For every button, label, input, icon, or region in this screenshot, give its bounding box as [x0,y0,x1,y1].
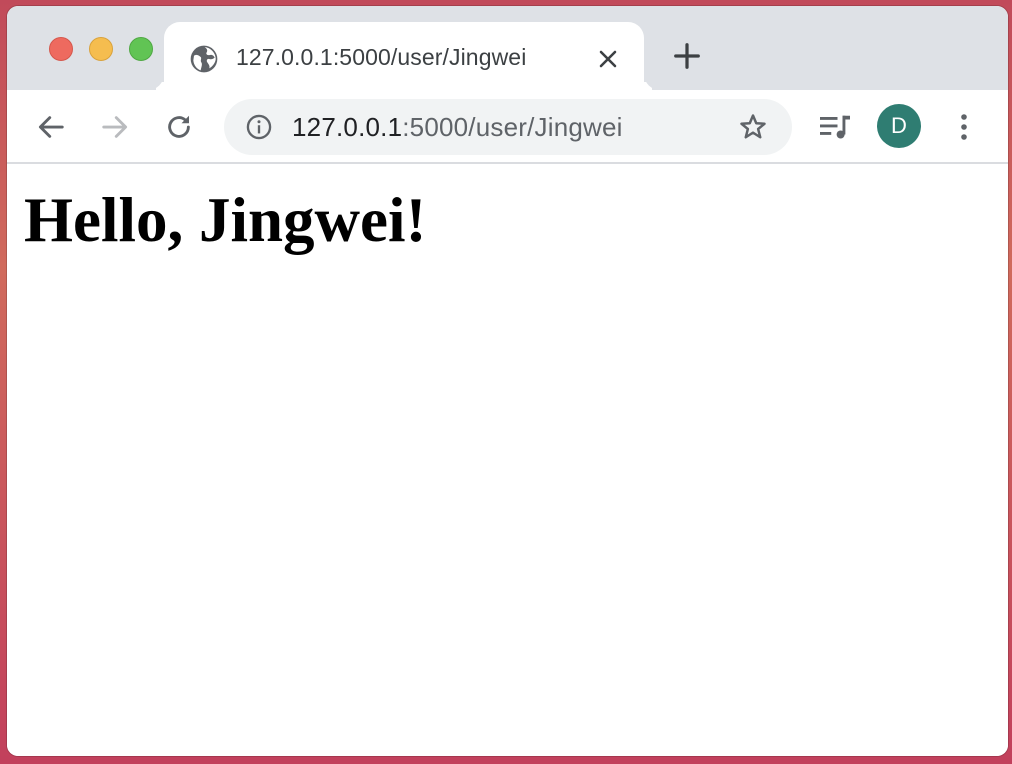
forward-arrow-icon[interactable] [100,112,130,142]
browser-toolbar: 127.0.0.1:5000/user/Jingwei D [7,90,1008,164]
bookmark-star-icon[interactable] [738,112,768,142]
more-options-icon[interactable] [952,110,976,144]
reload-icon[interactable] [164,112,194,142]
url-path: :5000/user/Jingwei [402,112,623,142]
page-content: Hello, Jingwei! [7,164,1008,756]
browser-window: 127.0.0.1:5000/user/Jingwei 127.0.0.1:50… [7,6,1008,756]
browser-tab[interactable]: 127.0.0.1:5000/user/Jingwei [164,22,644,90]
window-maximize-button[interactable] [129,37,153,61]
title-bar: 127.0.0.1:5000/user/Jingwei [7,6,1008,90]
address-bar[interactable]: 127.0.0.1:5000/user/Jingwei [224,99,792,155]
new-tab-icon[interactable] [672,41,702,71]
info-icon[interactable] [245,113,273,141]
back-arrow-icon[interactable] [36,112,66,142]
globe-icon [190,45,218,73]
url-text[interactable]: 127.0.0.1:5000/user/Jingwei [292,112,623,143]
page-heading: Hello, Jingwei! [24,185,427,255]
tab-title: 127.0.0.1:5000/user/Jingwei [236,44,527,70]
media-controls-icon[interactable] [817,112,853,142]
window-minimize-button[interactable] [89,37,113,61]
window-close-button[interactable] [49,37,73,61]
url-host: 127.0.0.1 [292,112,403,142]
close-tab-icon[interactable] [596,47,620,71]
profile-avatar[interactable]: D [877,104,921,148]
